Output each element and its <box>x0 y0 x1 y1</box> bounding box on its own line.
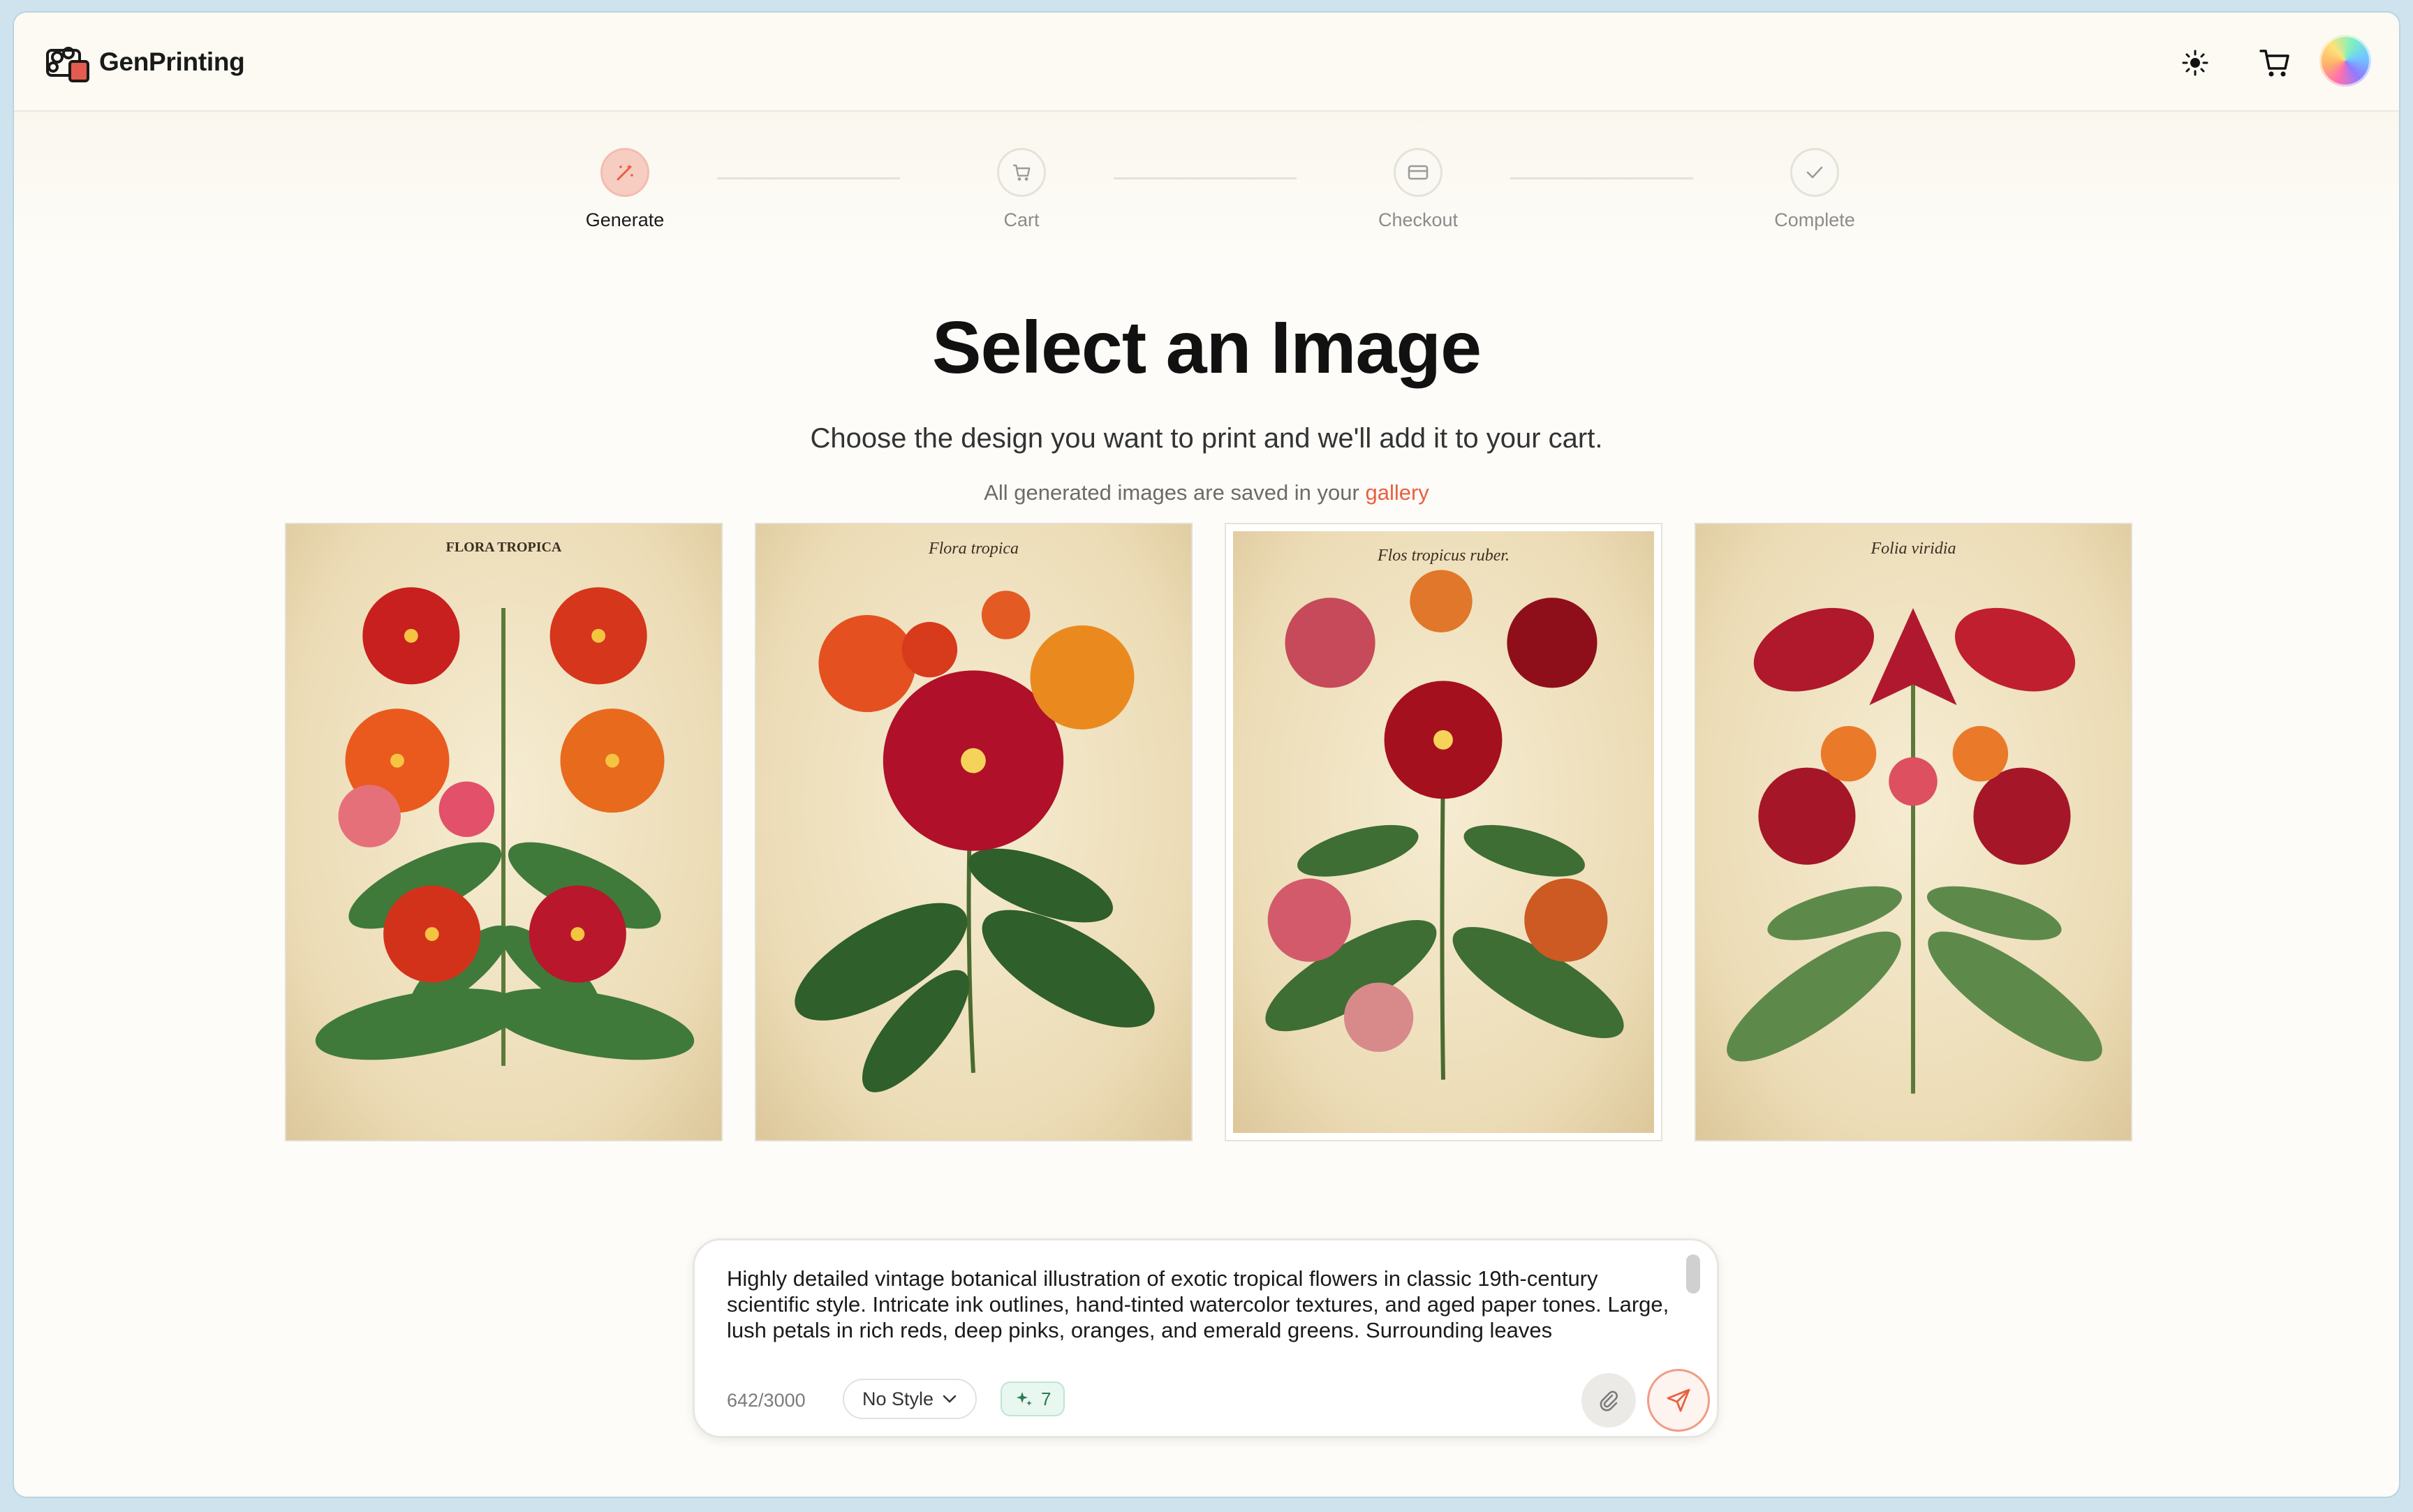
page-title: Select an Image <box>931 306 1482 389</box>
step-label: Complete <box>1774 209 1855 230</box>
step-connector <box>1510 177 1693 179</box>
gallery-note: All generated images are saved in your g… <box>14 480 2399 505</box>
cart-icon <box>1013 164 1031 181</box>
step-connector <box>717 177 900 179</box>
app-name: GenPrinting <box>99 47 245 76</box>
logo[interactable]: GenPrinting <box>43 40 245 84</box>
app-window: GenPrinting Generate Cart Checkout Compl… <box>14 13 2399 1497</box>
image-gallery: FLORA TROPICA Flora tropica Flos tropicu… <box>285 523 2132 1141</box>
attach-button[interactable] <box>1581 1373 1636 1428</box>
sparkles-icon <box>1017 1392 1032 1406</box>
prompt-composer: Highly detailed vintage botanical illust… <box>693 1238 1719 1438</box>
step-cart[interactable]: Cart <box>938 148 1105 231</box>
credits-badge[interactable]: 7 <box>1001 1381 1065 1416</box>
magic-wand-icon <box>617 164 633 181</box>
step-label: Checkout <box>1378 209 1459 230</box>
gallery-note-text: All generated images are saved in your <box>984 480 1366 505</box>
style-label: No Style <box>862 1388 934 1409</box>
top-bar: GenPrinting <box>14 13 2399 112</box>
plate-title: FLORA TROPICA <box>445 540 562 555</box>
avatar[interactable] <box>2319 35 2371 87</box>
checkout-stepper: Generate Cart Checkout Complete <box>14 112 2399 258</box>
send-icon <box>1667 1388 1690 1412</box>
printer-logo-icon <box>46 47 89 82</box>
botanical-illustration <box>1727 607 2102 1094</box>
plate-title: Flora tropica <box>928 540 1019 558</box>
image-option-1[interactable]: FLORA TROPICA <box>285 523 723 1141</box>
image-option-4[interactable]: Folia viridia <box>1695 523 2132 1141</box>
step-complete[interactable]: Complete <box>1731 148 1898 231</box>
botanical-illustration <box>1265 570 1624 1080</box>
paperclip-icon <box>1600 1391 1618 1411</box>
step-checkout[interactable]: Checkout <box>1334 148 1502 231</box>
botanical-illustration <box>795 591 1155 1092</box>
chevron-down-icon <box>943 1395 957 1403</box>
prompt-scrollbar[interactable] <box>1686 1254 1700 1294</box>
character-counter: 642/3000 <box>727 1390 806 1411</box>
plate-title: Folia viridia <box>1870 540 1956 558</box>
plate-title: Flos tropicus ruber. <box>1377 547 1510 565</box>
send-button[interactable] <box>1647 1369 1710 1432</box>
botanical-illustration <box>315 587 695 1066</box>
cart-icon <box>2259 50 2289 77</box>
credit-card-icon <box>1408 165 1429 180</box>
prompt-textarea[interactable]: Highly detailed vintage botanical illust… <box>727 1266 1683 1349</box>
check-icon <box>1806 166 1823 179</box>
theme-toggle-button[interactable] <box>2176 43 2215 82</box>
step-label: Cart <box>1003 209 1040 230</box>
style-dropdown[interactable]: No Style <box>843 1379 977 1419</box>
image-option-2[interactable]: Flora tropica <box>755 523 1193 1141</box>
gallery-link[interactable]: gallery <box>1365 480 1429 505</box>
credits-count: 7 <box>1041 1388 1051 1409</box>
image-option-3[interactable]: Flos tropicus ruber. <box>1225 523 1662 1141</box>
step-generate[interactable]: Generate <box>541 148 709 231</box>
step-connector <box>1114 177 1297 179</box>
sun-icon <box>2182 50 2208 76</box>
page-subtitle: Choose the design you want to print and … <box>810 423 1603 454</box>
step-label: Generate <box>585 209 665 230</box>
cart-button[interactable] <box>2255 43 2294 82</box>
